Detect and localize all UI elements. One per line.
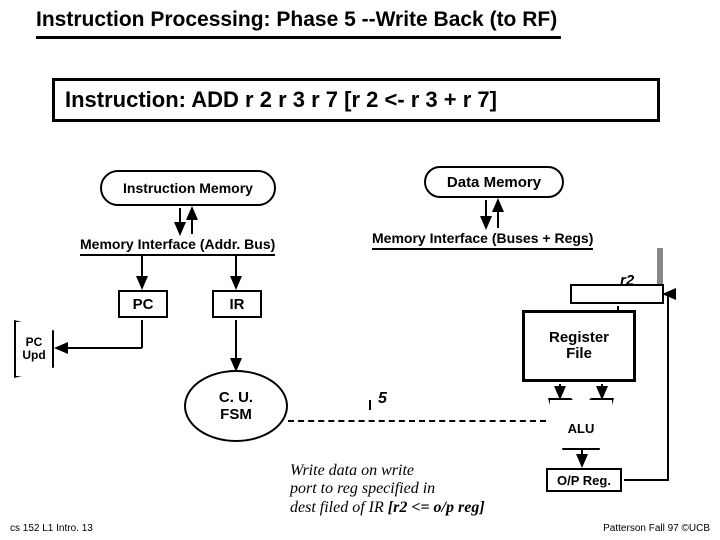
arrow-icon — [0, 0, 720, 540]
footer-right: Patterson Fall 97 ©UCB — [603, 523, 710, 534]
footer-left: cs 152 L1 Intro. 13 — [10, 523, 93, 534]
